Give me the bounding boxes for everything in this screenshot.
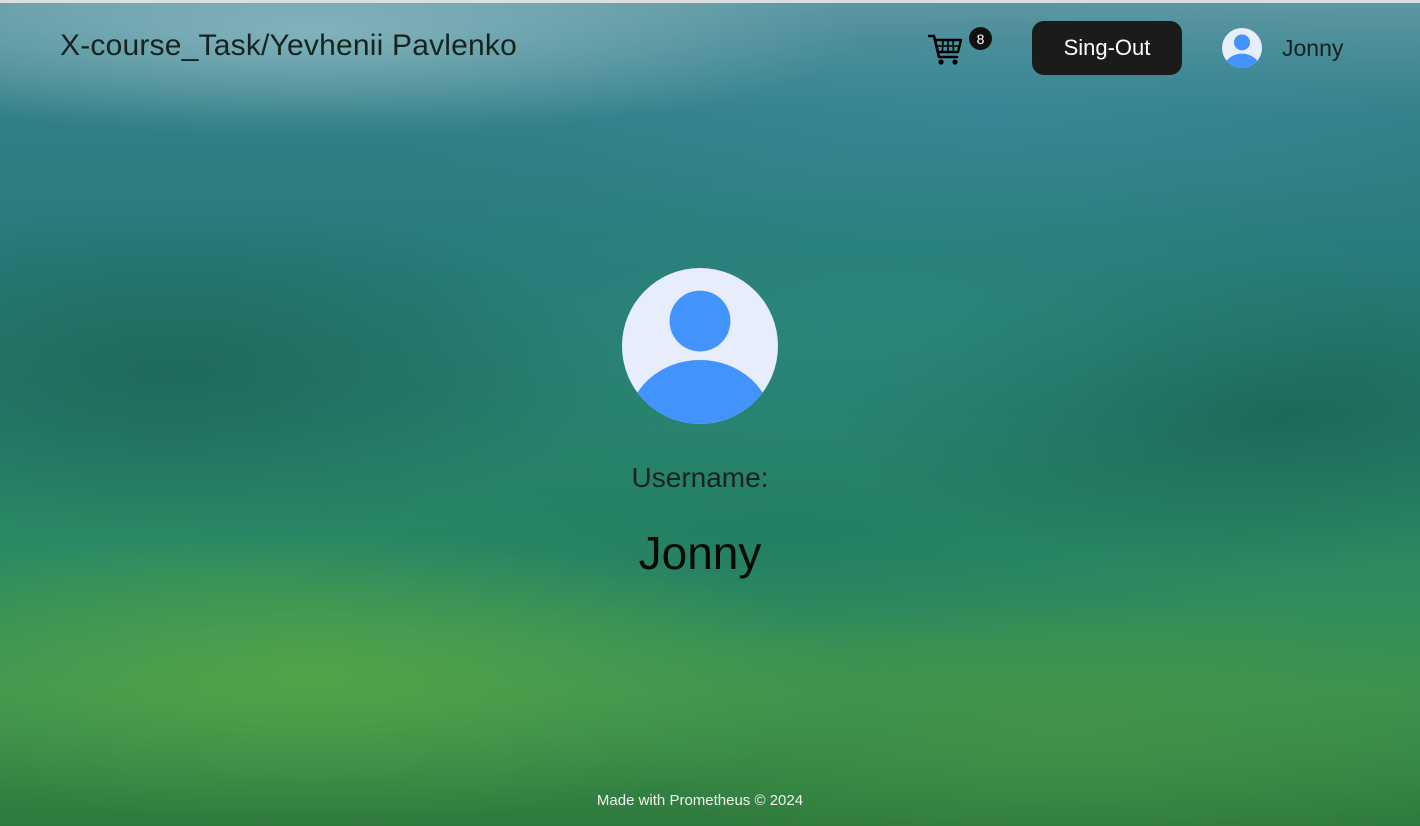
shopping-cart-icon [927,34,963,65]
username-value: Jonny [638,527,762,579]
header-username[interactable]: Jonny [1282,35,1343,62]
sign-out-button[interactable]: Sing-Out [1032,21,1182,75]
header-user-avatar[interactable] [1222,28,1262,68]
header: X-course_Task/Yevhenii Pavlenko 8 Sing-O… [0,3,1420,93]
cart-button[interactable] [927,33,964,67]
cart-count-badge: 8 [969,27,992,50]
user-avatar-icon [1222,28,1262,68]
site-title[interactable]: X-course_Task/Yevhenii Pavlenko [60,29,517,63]
username-label: Username: [631,462,769,493]
footer-text: Made with Prometheus © 2024 [596,792,804,809]
profile-avatar [622,268,778,424]
user-avatar-icon [622,268,778,424]
